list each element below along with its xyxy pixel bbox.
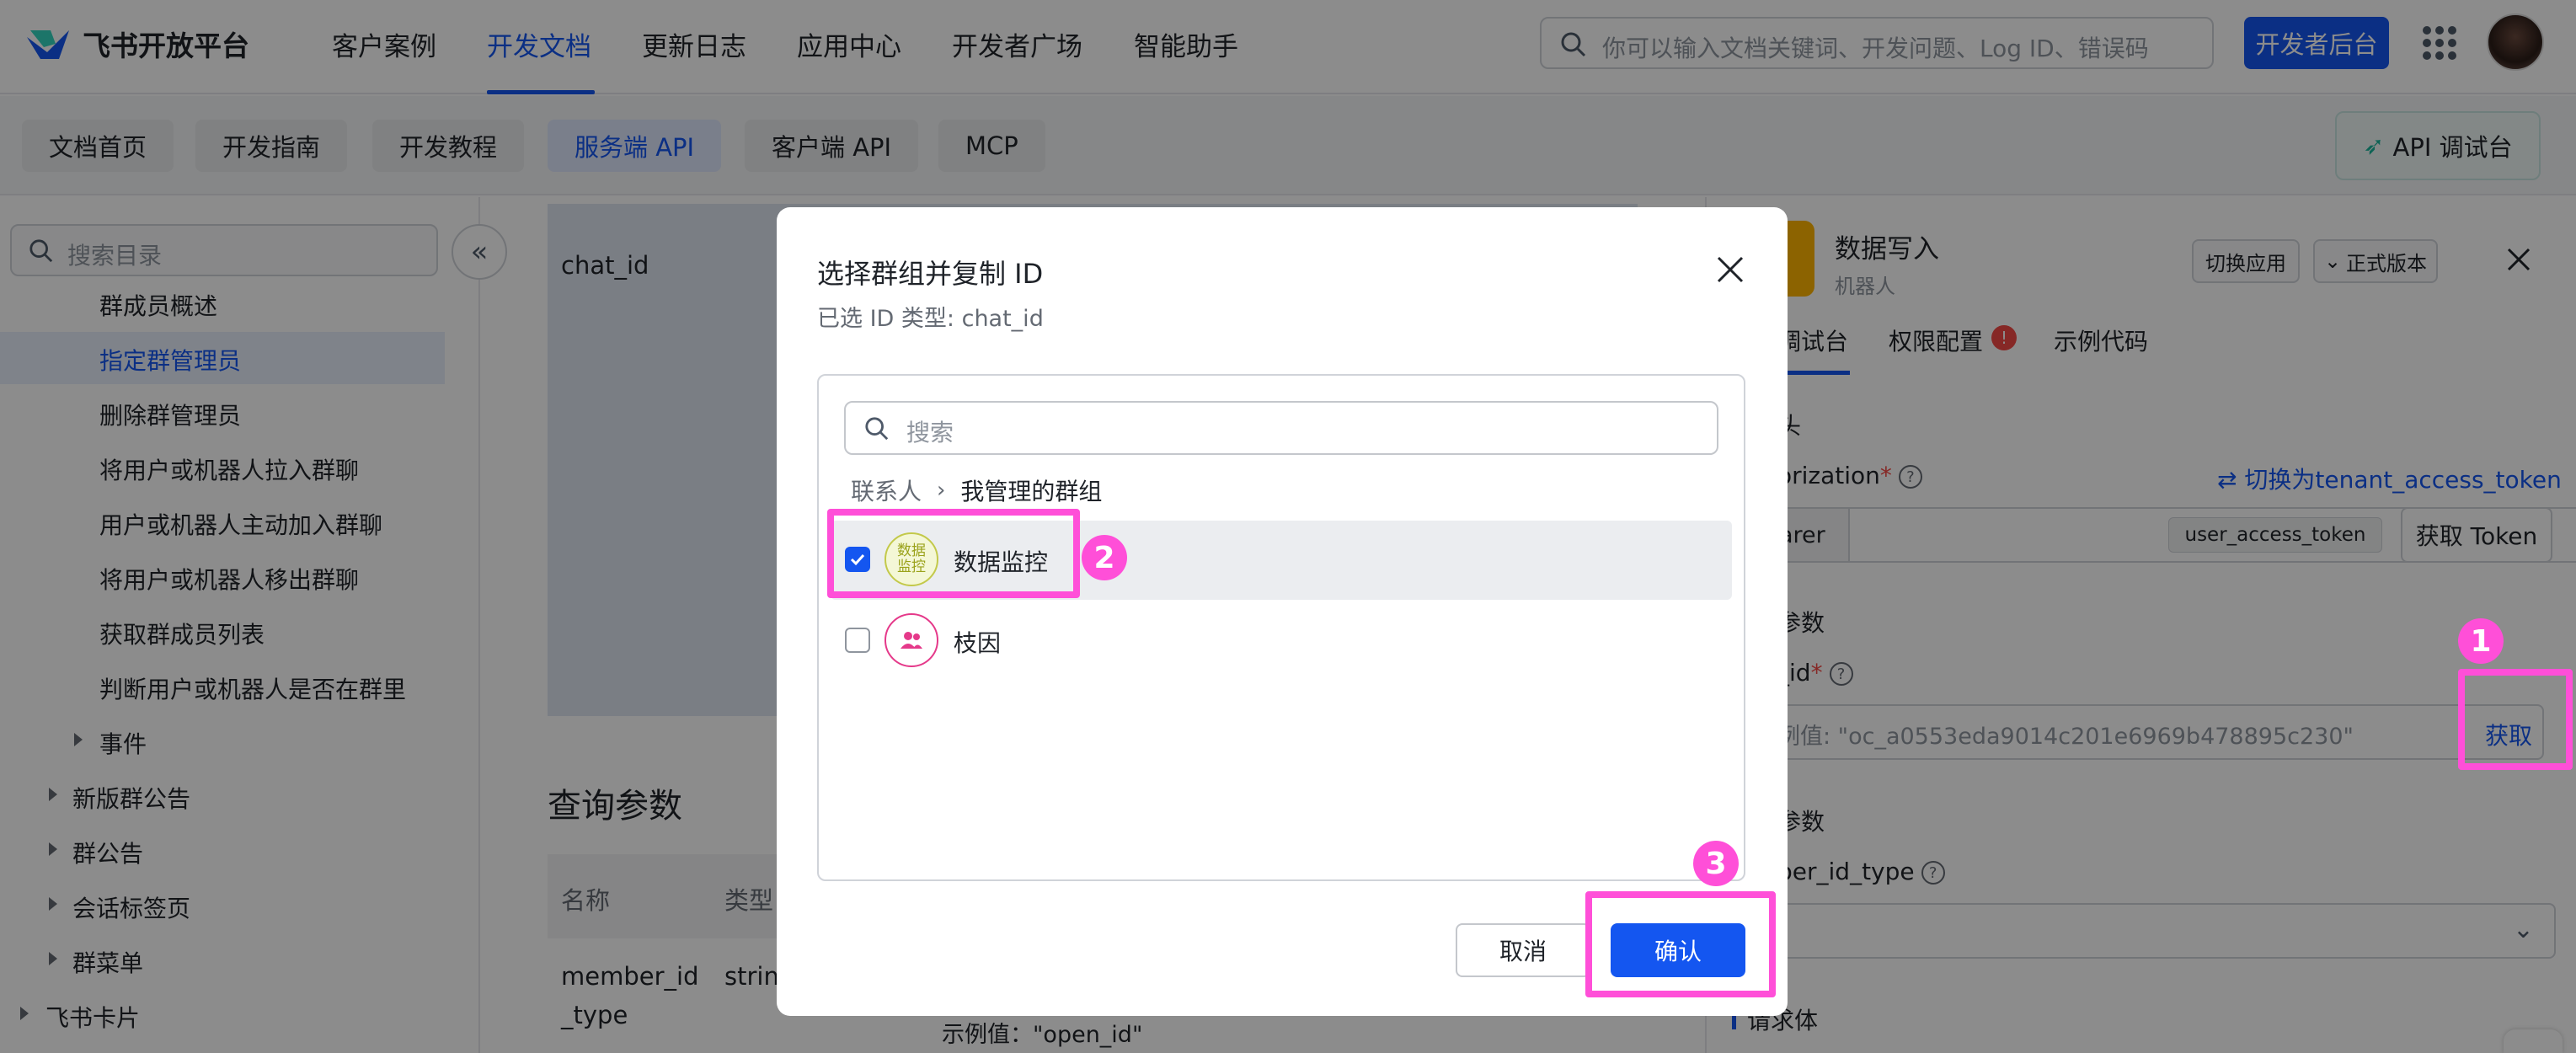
- close-modal-icon[interactable]: [1712, 251, 1749, 288]
- modal-title: 选择群组并复制 ID: [817, 258, 1044, 290]
- chevron-right-icon: ›: [937, 478, 946, 503]
- breadcrumb: 联系人 › 我管理的群组: [851, 473, 1102, 507]
- breadcrumb-root[interactable]: 联系人: [851, 473, 922, 507]
- group-users-icon: [901, 632, 922, 649]
- group-checkbox[interactable]: [845, 628, 870, 653]
- breadcrumb-current: 我管理的群组: [960, 478, 1103, 505]
- annotation-highlight-confirm: [1585, 891, 1776, 997]
- cancel-button[interactable]: 取消: [1456, 923, 1590, 977]
- annotation-highlight-get: [2458, 669, 2573, 770]
- group-avatar: [884, 613, 938, 667]
- annotation-highlight-group: [827, 509, 1080, 598]
- group-search-input[interactable]: 搜索: [844, 401, 1718, 455]
- annotation-badge-3: 3: [1693, 841, 1739, 886]
- group-search-placeholder: 搜索: [906, 419, 954, 446]
- modal-subtitle: 已选 ID 类型: chat_id: [817, 306, 1044, 332]
- group-name: 枝因: [954, 629, 1002, 657]
- annotation-badge-1: 1: [2458, 618, 2504, 664]
- annotation-badge-2: 2: [1082, 535, 1127, 580]
- search-icon: [865, 417, 889, 441]
